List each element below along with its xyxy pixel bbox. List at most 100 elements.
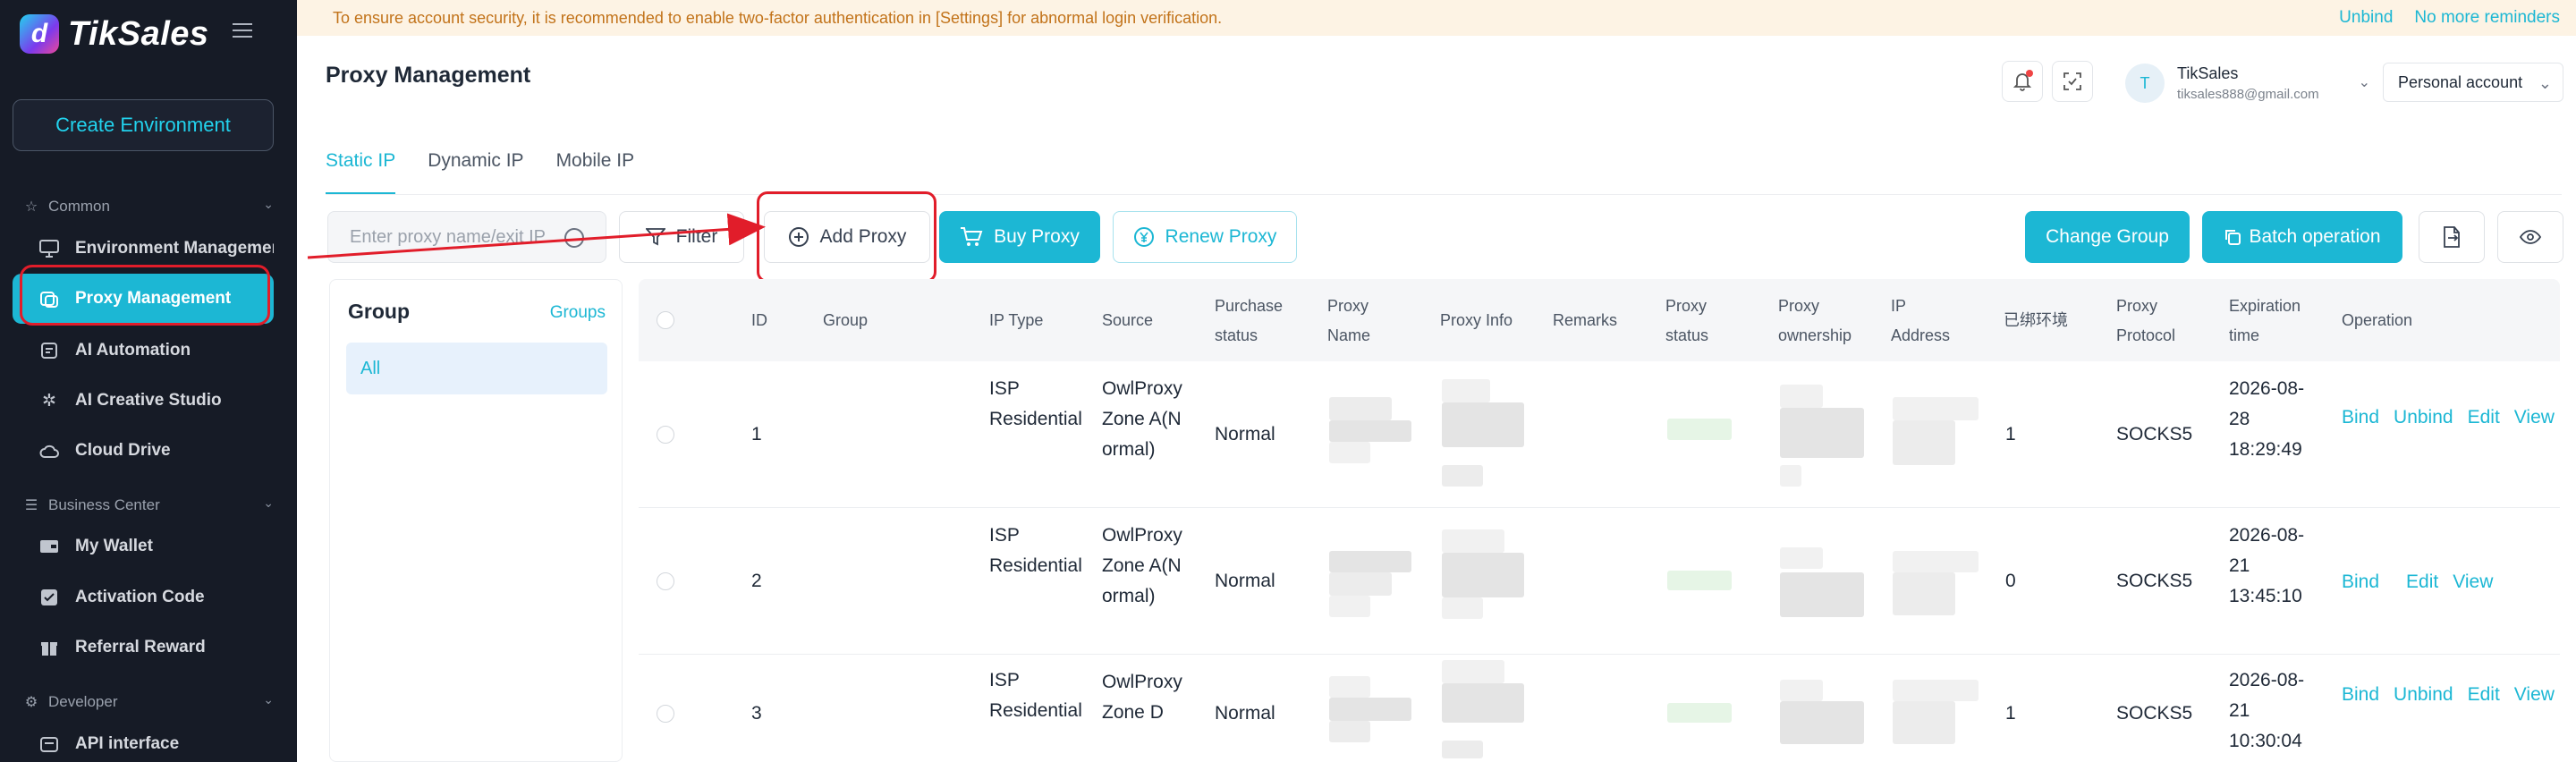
banner-message: To ensure account security, it is recomm… <box>333 8 1223 27</box>
redacted-ip-address <box>1893 680 1979 701</box>
column-header[interactable]: IP Address <box>1891 292 1962 351</box>
cell-bound-environments: 1 <box>2005 703 2016 724</box>
column-header[interactable]: 已绑环境 <box>2004 306 2068 335</box>
cell-source: OwlProxy Zone D <box>1102 672 1182 723</box>
sidebar-item-api-interface[interactable]: API interface <box>13 719 274 762</box>
tab-static-ip[interactable]: Static IP <box>326 150 396 195</box>
app-logo[interactable]: d TikSales <box>20 14 209 54</box>
cell-bound-environments: 0 <box>2005 571 2016 591</box>
column-header[interactable]: Expiration time <box>2229 292 2318 351</box>
column-header[interactable]: ID <box>751 306 767 335</box>
notification-button[interactable] <box>2002 61 2043 102</box>
column-header[interactable]: Proxy ownership <box>1778 292 1871 351</box>
bind-link[interactable]: Bind <box>2342 572 2379 592</box>
row-operations: Bind Unbind Edit View <box>2342 401 2555 434</box>
batch-operation-button[interactable]: Batch operation <box>2202 211 2402 263</box>
sidebar-item-my-wallet[interactable]: My Wallet <box>13 521 274 572</box>
redacted-proxy-info <box>1442 379 1490 402</box>
column-visibility-button[interactable] <box>2497 211 2563 263</box>
cell-purchase-status: Normal <box>1215 424 1275 444</box>
cell-ip-type: ISP Residential <box>989 378 1082 429</box>
row-checkbox[interactable] <box>657 705 674 723</box>
column-header[interactable]: Proxy Name <box>1327 292 1390 351</box>
column-header[interactable]: Remarks <box>1553 306 1617 335</box>
redacted-ip-address <box>1893 572 1955 615</box>
cell-protocol: SOCKS5 <box>2116 571 2193 591</box>
user-menu[interactable]: T TikSales tiksales888@gmail.com ⌄ <box>2125 61 2370 106</box>
column-header[interactable]: Purchase status <box>1215 292 1308 351</box>
batch-operation-label: Batch operation <box>2249 226 2381 247</box>
redacted-proxy-name <box>1329 676 1370 698</box>
sidebar-item-ai-automation[interactable]: AI Automation <box>13 326 274 376</box>
row-operations: Bind Unbind Edit View <box>2342 678 2555 711</box>
column-header[interactable]: Proxy Info <box>1440 306 1513 335</box>
search-input[interactable]: Enter proxy name/exit IP <box>327 211 606 263</box>
sidebar-item-label: Activation Code <box>75 588 205 606</box>
user-name: TikSales <box>2177 64 2239 82</box>
sidebar-section-common[interactable]: ☆ Common ⌄ <box>23 195 274 218</box>
section-label: Developer <box>48 693 118 710</box>
buy-proxy-button[interactable]: Buy Proxy <box>939 211 1100 263</box>
column-header[interactable]: Group <box>823 306 868 335</box>
view-link[interactable]: View <box>2514 684 2555 705</box>
section-label: Business Center <box>48 496 160 513</box>
unbind-link[interactable]: Unbind <box>2339 8 2393 28</box>
row-checkbox[interactable] <box>657 426 674 444</box>
account-select[interactable]: Personal account ⌄ <box>2383 63 2563 102</box>
unbind-link[interactable]: Unbind <box>2394 407 2453 428</box>
row-checkbox[interactable] <box>657 572 674 590</box>
no-more-reminders-link[interactable]: No more reminders <box>2414 8 2560 28</box>
search-icon[interactable] <box>564 228 584 248</box>
avatar: T <box>2125 64 2165 103</box>
group-item-all[interactable]: All <box>346 343 607 394</box>
tab-dynamic-ip[interactable]: Dynamic IP <box>428 150 523 195</box>
sidebar-item-referral-reward[interactable]: Referral Reward <box>13 622 274 673</box>
sidebar-item-cloud-drive[interactable]: Cloud Drive <box>13 426 274 476</box>
edit-link[interactable]: Edit <box>2468 684 2500 705</box>
star-icon: ☆ <box>24 199 38 215</box>
sidebar-section-developer[interactable]: ⚙ Developer ⌄ <box>23 690 274 714</box>
api-icon <box>39 734 59 754</box>
edit-link[interactable]: Edit <box>2468 407 2500 428</box>
view-link[interactable]: View <box>2514 407 2555 428</box>
groups-link[interactable]: Groups <box>550 303 606 323</box>
renew-proxy-button[interactable]: Renew Proxy <box>1113 211 1297 263</box>
sidebar-item-ai-creative-studio[interactable]: ✲ AI Creative Studio <box>13 376 274 426</box>
export-button[interactable] <box>2419 211 2485 263</box>
view-link[interactable]: View <box>2453 572 2493 592</box>
column-header[interactable]: Proxy Protocol <box>2116 292 2197 351</box>
cell-purchase-status: Normal <box>1215 703 1275 724</box>
select-all-checkbox[interactable] <box>657 311 674 329</box>
cell-protocol: SOCKS5 <box>2116 703 2193 724</box>
redacted-proxy-ownership <box>1780 680 1823 701</box>
tab-mobile-ip[interactable]: Mobile IP <box>556 150 635 195</box>
menu-toggle-icon[interactable] <box>233 23 252 41</box>
bind-link[interactable]: Bind <box>2342 684 2379 705</box>
edit-link[interactable]: Edit <box>2406 572 2438 592</box>
scan-button[interactable] <box>2052 61 2093 102</box>
redacted-proxy-info <box>1442 683 1524 723</box>
filter-button[interactable]: Filter <box>619 211 744 263</box>
cell-expiration: 2026-08-21 10:30:04 <box>2229 670 2305 751</box>
change-group-button[interactable]: Change Group <box>2025 211 2190 263</box>
bind-link[interactable]: Bind <box>2342 407 2379 428</box>
code-icon <box>39 588 59 607</box>
logo-icon: d <box>20 14 59 54</box>
column-header[interactable]: Source <box>1102 306 1153 335</box>
chevron-down-icon: ⌄ <box>263 197 274 211</box>
unbind-link[interactable]: Unbind <box>2394 684 2453 705</box>
redacted-proxy-name <box>1329 420 1411 442</box>
sidebar-item-label: AI Automation <box>75 341 191 360</box>
row-operations: Bind Edit View <box>2342 565 2556 598</box>
column-header[interactable]: Operation <box>2342 306 2412 335</box>
column-header[interactable]: Proxy status <box>1665 292 1728 351</box>
account-label: Personal account <box>2398 72 2523 91</box>
sidebar-item-activation-code[interactable]: Activation Code <box>13 572 274 622</box>
highlight-annotation <box>757 191 936 283</box>
column-header[interactable]: IP Type <box>989 306 1043 335</box>
redacted-proxy-ownership <box>1780 572 1864 617</box>
cell-source: OwlProxy Zone A(Normal) <box>1102 378 1182 460</box>
table-row: 2 ISP Residential OwlProxy Zone A(Normal… <box>639 508 2560 655</box>
sidebar-section-business-center[interactable]: ☰ Business Center ⌄ <box>23 494 274 517</box>
create-environment-button[interactable]: Create Environment <box>13 99 274 151</box>
